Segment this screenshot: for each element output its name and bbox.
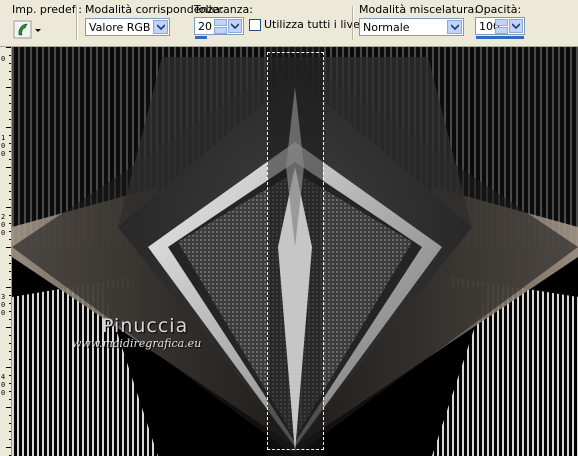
ruler-tick: [9, 303, 11, 304]
ruler-label: 1: [1, 134, 6, 142]
ruler-tick: [9, 95, 11, 96]
ruler-tick: [9, 191, 11, 192]
watermark-url: www.maidiregrafica.eu: [72, 337, 202, 350]
ruler-tick: [9, 231, 11, 232]
ruler-tick: [9, 295, 11, 296]
ruler-label: 0: [1, 309, 6, 317]
ruler-tick: [6, 47, 11, 48]
chevron-down-icon: [35, 29, 41, 32]
ruler-tick: [9, 159, 11, 160]
preset-label: Imp. predef.:: [12, 3, 82, 16]
ruler-tick: [9, 183, 11, 184]
vertical-ruler: 0 1 0 0 2 0 0 3 0 0 4 0 0: [0, 47, 12, 456]
ruler-tick: [6, 367, 11, 368]
selection-marquee[interactable]: [267, 52, 324, 450]
decrement-arrow-icon[interactable]: [495, 27, 508, 34]
opacity-slider-fill[interactable]: [476, 36, 524, 39]
ruler-tick: [6, 407, 11, 408]
ruler-label: 2: [1, 213, 6, 221]
ruler-tick: [9, 383, 11, 384]
ruler-tick: [9, 199, 11, 200]
tool-options-palette: Imp. predef.: Modalità corrispondenza: V…: [0, 0, 578, 47]
ruler-label: 0: [1, 221, 6, 229]
separator: [352, 6, 353, 40]
ruler-label: 0: [1, 55, 6, 63]
ruler-tick: [9, 79, 11, 80]
ruler-tick: [9, 311, 11, 312]
ruler-tick: [9, 391, 11, 392]
ruler-tick: [6, 87, 11, 88]
chevron-down-icon[interactable]: [509, 19, 523, 33]
ruler-label: 0: [1, 150, 6, 158]
increment-arrow-icon[interactable]: [495, 19, 508, 26]
ruler-tick: [6, 127, 11, 128]
blend-mode-label: Modalità miscelatura:: [359, 3, 478, 16]
blend-mode-value: Normale: [363, 21, 410, 34]
ruler-tick: [9, 399, 11, 400]
ruler-label: 0: [1, 381, 6, 389]
ruler-tick: [9, 263, 11, 264]
ruler-tick: [9, 111, 11, 112]
tolerance-value: 20: [198, 20, 212, 33]
ruler-tick: [9, 343, 11, 344]
ruler-tick: [6, 447, 11, 448]
ruler-tick: [6, 167, 11, 168]
ruler-tick: [9, 175, 11, 176]
match-mode-select[interactable]: Valore RGB: [85, 18, 170, 36]
ruler-label: 0: [1, 301, 6, 309]
decrement-arrow-icon[interactable]: [214, 27, 227, 34]
ruler-tick: [9, 63, 11, 64]
tolerance-spinbox[interactable]: 20: [194, 17, 244, 35]
increment-arrow-icon[interactable]: [214, 19, 227, 26]
chevron-down-icon[interactable]: [447, 20, 462, 34]
ruler-tick: [9, 335, 11, 336]
opacity-spinbox[interactable]: 100: [475, 17, 525, 35]
app-window: Imp. predef.: Modalità corrispondenza: V…: [0, 0, 578, 456]
ruler-tick: [9, 119, 11, 120]
ruler-label: 0: [1, 142, 6, 150]
ruler-tick: [9, 431, 11, 432]
ruler-tick: [9, 135, 11, 136]
use-all-layers-checkbox[interactable]: [249, 19, 261, 31]
ruler-tick: [9, 255, 11, 256]
ruler-tick: [9, 151, 11, 152]
preset-dropdown-button[interactable]: [13, 20, 43, 40]
chevron-down-icon[interactable]: [228, 19, 242, 33]
tolerance-label: Tolleranza:: [194, 3, 253, 16]
ruler-tick: [9, 319, 11, 320]
ruler-label: 4: [1, 373, 6, 381]
ruler-tick: [9, 239, 11, 240]
ruler-tick: [9, 359, 11, 360]
ruler-tick: [9, 215, 11, 216]
ruler-label: 0: [1, 229, 6, 237]
watermark-title: Pinuccia: [102, 315, 189, 337]
ruler-tick: [9, 271, 11, 272]
ruler-tick: [9, 415, 11, 416]
match-mode-value: Valore RGB: [89, 21, 151, 34]
ruler-tick: [9, 223, 11, 224]
opacity-label: Opacità:: [475, 3, 522, 16]
ruler-label: 0: [1, 389, 6, 397]
chevron-down-icon[interactable]: [153, 20, 168, 34]
blend-mode-select[interactable]: Normale: [359, 18, 464, 36]
ruler-tick: [9, 351, 11, 352]
ruler-tick: [6, 247, 11, 248]
separator: [76, 6, 77, 40]
ruler-tick: [9, 143, 11, 144]
ruler-tick: [9, 375, 11, 376]
tolerance-slider-fill[interactable]: [195, 36, 207, 39]
ruler-tick: [6, 327, 11, 328]
ruler-tick: [9, 103, 11, 104]
ruler-tick: [9, 71, 11, 72]
use-all-layers-label: Utilizza tutti i livelli: [264, 18, 369, 31]
ruler-label: 3: [1, 293, 6, 301]
ruler-tick: [9, 439, 11, 440]
ruler-tick: [9, 423, 11, 424]
ruler-tick: [6, 287, 11, 288]
ruler-tick: [9, 55, 11, 56]
ruler-tick: [9, 279, 11, 280]
ruler-tick: [6, 207, 11, 208]
